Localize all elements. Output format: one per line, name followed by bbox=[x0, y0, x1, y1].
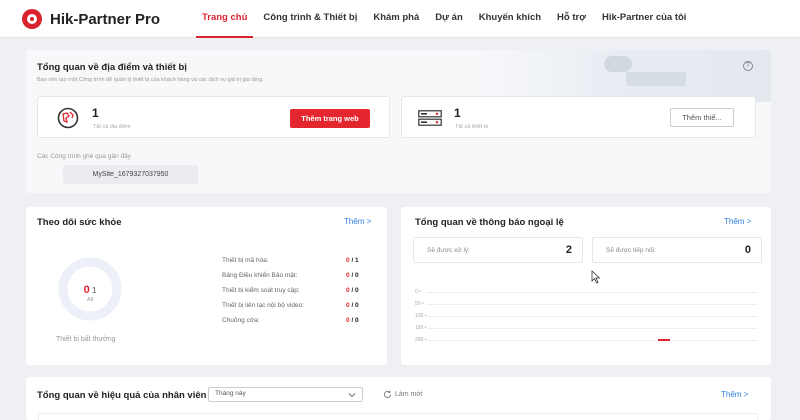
health-row-access-control[interactable]: Thiết bị kiểm soát truy cập: 0 / 0 bbox=[222, 287, 380, 299]
grid-line bbox=[427, 340, 757, 341]
donut-value: 0 1 bbox=[60, 284, 120, 296]
nav-item-incentives[interactable]: Khuyến khích bbox=[473, 0, 547, 38]
overview-title: Tổng quan về địa điểm và thiết bị bbox=[37, 62, 187, 73]
health-row-label: Chuông cửa: bbox=[222, 317, 260, 324]
grid-line bbox=[427, 328, 757, 329]
devices-count: 1 bbox=[454, 106, 461, 120]
site-device-overview-card: Tổng quan về địa điểm và thiết bị ? Bạn … bbox=[26, 50, 771, 193]
health-row-value: 0 / 0 bbox=[346, 317, 359, 324]
grid-line bbox=[427, 292, 757, 293]
camera-illustration bbox=[604, 56, 632, 72]
devices-stat-box: 1 Tất cả thiết bị Thêm thiế... bbox=[401, 96, 756, 138]
nav-item-my-hik-partner[interactable]: Hik-Partner của tôi bbox=[596, 0, 692, 38]
nav-item-home[interactable]: Trang chủ bbox=[196, 0, 254, 38]
overview-subtitle: Bạn nên tạo một Công trình để quản lý th… bbox=[37, 77, 264, 83]
period-select[interactable]: Tháng này bbox=[208, 387, 363, 402]
health-row-video-intercom[interactable]: Thiết bị liên lạc nội bộ video: 0 / 0 bbox=[222, 302, 380, 314]
to-process-box[interactable]: Sẽ được xử lý: 2 bbox=[413, 237, 583, 263]
exception-bar[interactable] bbox=[657, 339, 670, 341]
recent-site-chip[interactable]: MySite_1679327037950 bbox=[63, 165, 198, 184]
health-row-encoding[interactable]: Thiết bị mã hóa: 0 / 1 bbox=[222, 257, 380, 269]
donut-abnormal: 0 bbox=[83, 284, 90, 296]
refresh-label: Làm mới bbox=[395, 391, 423, 398]
health-row-value: 0 / 1 bbox=[346, 257, 359, 264]
grid-line bbox=[427, 316, 757, 317]
refresh-button[interactable]: Làm mới bbox=[383, 390, 423, 399]
to-process-label: Sẽ được xử lý: bbox=[427, 247, 470, 254]
y-tick-label: 100 • bbox=[415, 313, 427, 319]
health-row-value: 0 / 0 bbox=[346, 302, 359, 309]
chevron-down-icon bbox=[348, 393, 356, 398]
logo[interactable]: Hik-Partner Pro bbox=[22, 9, 160, 29]
to-follow-label: Sẽ được tiếp nối: bbox=[606, 247, 656, 254]
exception-notifications-card: Tổng quan về thông báo ngoại lệ Thêm > S… bbox=[401, 207, 771, 365]
top-navigation-bar: Hik-Partner Pro Trang chủ Công trình & T… bbox=[0, 0, 800, 38]
performance-more-link[interactable]: Thêm > bbox=[721, 390, 748, 399]
health-monitoring-card: Theo dõi sức khỏe Thêm > 0 1 All Thiết b… bbox=[26, 207, 387, 365]
exceptions-title: Tổng quan về thông báo ngoại lệ bbox=[415, 217, 564, 228]
performance-title: Tổng quan về hiệu quả của nhân viên bbox=[37, 390, 207, 401]
y-tick-label: 50 • bbox=[415, 301, 424, 307]
health-row-label: Thiết bị liên lạc nội bộ video: bbox=[222, 302, 305, 309]
nav-item-support[interactable]: Hỗ trợ bbox=[551, 0, 592, 38]
recorder-illustration bbox=[626, 72, 686, 86]
refresh-icon bbox=[383, 390, 392, 398]
health-row-doorbell[interactable]: Chuông cửa: 0 / 0 bbox=[222, 317, 380, 329]
sites-label: Tất cả địa điểm bbox=[93, 124, 131, 130]
grid-line bbox=[427, 304, 757, 305]
health-row-label: Bảng Điều khiển Bảo mật: bbox=[222, 272, 298, 279]
health-row-value: 0 / 0 bbox=[346, 272, 359, 279]
add-device-button[interactable]: Thêm thiế... bbox=[670, 108, 734, 127]
donut-sub-label: All bbox=[86, 297, 94, 303]
y-tick-label: 150 • bbox=[415, 325, 427, 331]
health-row-security-panel[interactable]: Bảng Điều khiển Bảo mật: 0 / 0 bbox=[222, 272, 380, 284]
mouse-cursor-icon bbox=[591, 270, 601, 284]
site-globe-icon bbox=[57, 107, 79, 129]
donut-total: 1 bbox=[91, 286, 97, 295]
overview-banner-image bbox=[476, 50, 771, 102]
nav-item-explore[interactable]: Khám phá bbox=[367, 0, 425, 38]
nav-item-projects[interactable]: Dự án bbox=[429, 0, 468, 38]
period-select-value: Tháng này bbox=[215, 390, 246, 397]
to-follow-value: 0 bbox=[744, 244, 751, 256]
staff-performance-card: Tổng quan về hiệu quả của nhân viên Thán… bbox=[26, 377, 771, 420]
health-title: Theo dõi sức khỏe bbox=[37, 217, 122, 228]
y-tick-label: 200 • bbox=[415, 337, 427, 343]
main-nav: Trang chủ Công trình & Thiết bị Khám phá… bbox=[196, 0, 696, 38]
to-follow-box[interactable]: Sẽ được tiếp nối: 0 bbox=[592, 237, 762, 263]
health-row-label: Thiết bị mã hóa: bbox=[222, 257, 269, 264]
abnormal-devices-label: Thiết bị bất thường bbox=[56, 336, 116, 343]
sites-stat-box: 1 Tất cả địa điểm Thêm trang web bbox=[37, 96, 390, 138]
health-row-value: 0 / 0 bbox=[346, 287, 359, 294]
device-nvr-icon bbox=[418, 110, 442, 126]
performance-content-area bbox=[38, 413, 758, 420]
recent-sites-label: Các Công trình ghé qua gần đây bbox=[37, 153, 131, 160]
add-site-button[interactable]: Thêm trang web bbox=[290, 109, 370, 128]
logo-text: Hik-Partner Pro bbox=[50, 10, 161, 28]
sites-count: 1 bbox=[92, 106, 99, 120]
health-row-label: Thiết bị kiểm soát truy cập: bbox=[222, 287, 300, 294]
nav-item-sites-devices[interactable]: Công trình & Thiết bị bbox=[257, 0, 363, 38]
hik-partner-logo-icon bbox=[22, 9, 42, 29]
exceptions-more-link[interactable]: Thêm > bbox=[724, 217, 751, 226]
health-more-link[interactable]: Thêm > bbox=[344, 217, 371, 226]
y-tick-label: 0 • bbox=[415, 289, 421, 295]
help-icon[interactable]: ? bbox=[743, 61, 753, 71]
to-process-value: 2 bbox=[565, 244, 572, 256]
devices-label: Tất cả thiết bị bbox=[455, 124, 489, 130]
